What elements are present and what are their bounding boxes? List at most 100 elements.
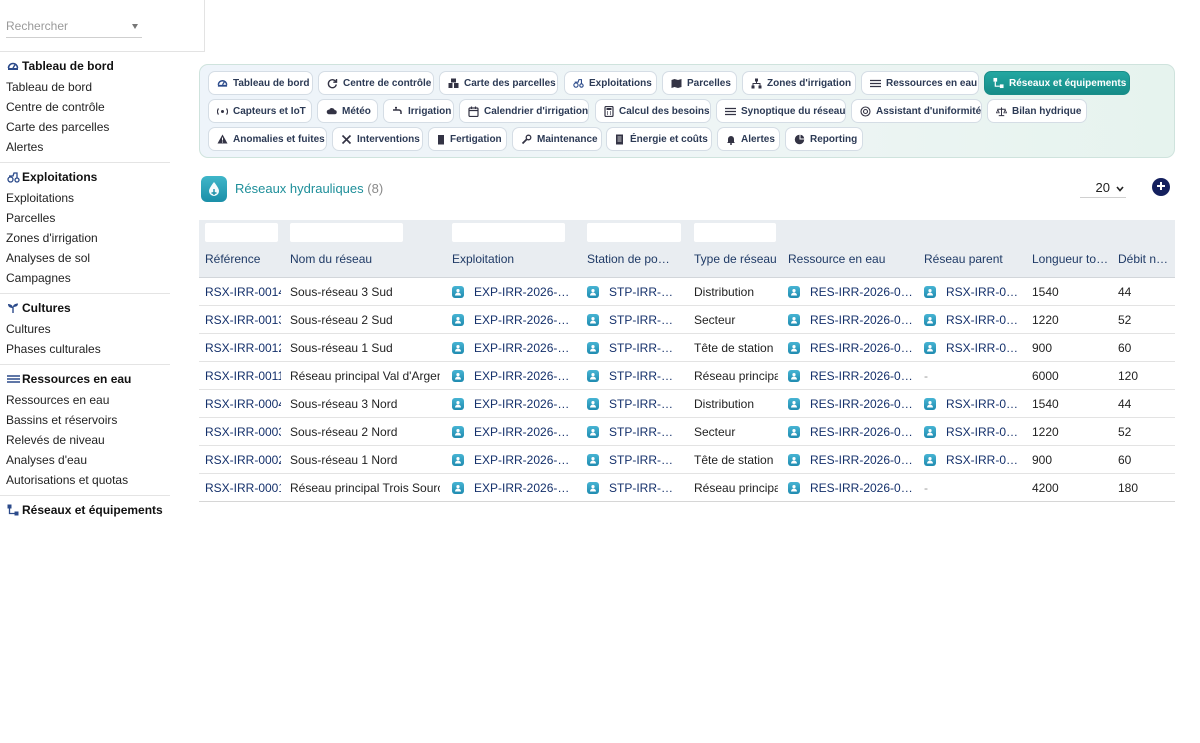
link-record-icon[interactable] <box>924 454 936 466</box>
column-header[interactable]: Exploitation <box>452 252 578 266</box>
sidebar-item[interactable]: Tableau de bord <box>0 77 170 97</box>
column-filter-input[interactable] <box>587 223 681 242</box>
sidebar-item[interactable]: Ressources en eau <box>0 390 170 410</box>
linked-record-text[interactable]: RES-IRR-2026-0001 <box>810 390 914 418</box>
linked-record-text[interactable]: EXP-IRR-2026-0002 <box>474 362 576 390</box>
tab-energie-et-couts[interactable]: Énergie et coûts <box>606 127 712 151</box>
linked-record-text[interactable]: EXP-IRR-2026-0001 <box>474 390 576 418</box>
column-filter-input[interactable] <box>205 223 278 242</box>
link-record-icon[interactable] <box>788 454 800 466</box>
linked-record-text[interactable]: STP-IRR-0002 <box>609 446 677 474</box>
page-size-select[interactable]: 20 <box>1080 178 1126 198</box>
column-header[interactable]: Réseau parent <box>924 252 1024 266</box>
sidebar-item[interactable]: Phases culturales <box>0 339 170 359</box>
sidebar-group-title[interactable]: Exploitations <box>0 166 170 188</box>
record-link[interactable]: RSX-IRR-0014 <box>205 278 281 306</box>
tab-synoptique-du-reseau[interactable]: Synoptique du réseau <box>716 99 846 123</box>
link-record-icon[interactable] <box>924 342 936 354</box>
link-record-icon[interactable] <box>788 342 800 354</box>
sidebar-item[interactable]: Analyses de sol <box>0 248 170 268</box>
sidebar-item[interactable]: Analyses d'eau <box>0 450 170 470</box>
linked-record-text[interactable]: RSX-IRR-0011 <box>946 278 1022 306</box>
link-record-icon[interactable] <box>788 370 800 382</box>
tab-ressources-en-eau[interactable]: Ressources en eau <box>861 71 979 95</box>
sidebar-item[interactable]: Cultures <box>0 319 170 339</box>
tab-tableau-de-bord[interactable]: Tableau de bord <box>208 71 313 95</box>
record-link[interactable]: RSX-IRR-0001 <box>205 474 281 501</box>
sidebar-item[interactable]: Bassins et réservoirs <box>0 410 170 430</box>
sidebar-item[interactable]: Zones d'irrigation <box>0 228 170 248</box>
tab-assistant-d-uniformite[interactable]: Assistant d'uniformité <box>851 99 982 123</box>
linked-record-text[interactable]: RES-IRR-2026-0001 <box>810 474 914 501</box>
sidebar-group-title[interactable]: Ressources en eau <box>0 368 170 390</box>
tab-capteurs-et-iot[interactable]: Capteurs et IoT <box>208 99 312 123</box>
column-header[interactable]: Longueur totale <box>1032 252 1110 266</box>
chevron-down-icon[interactable] <box>132 24 138 29</box>
tab-reseaux-et-equipements[interactable]: Réseaux et équipements <box>984 71 1130 95</box>
tab-zones-d-irrigation[interactable]: Zones d'irrigation <box>742 71 856 95</box>
sidebar-group-title[interactable]: Tableau de bord <box>0 55 170 77</box>
link-record-icon[interactable] <box>452 370 464 382</box>
tab-carte-des-parcelles[interactable]: Carte des parcelles <box>439 71 558 95</box>
linked-record-text[interactable]: RSX-IRR-0001 <box>946 390 1022 418</box>
link-record-icon[interactable] <box>452 454 464 466</box>
search-input[interactable]: Rechercher <box>6 16 142 38</box>
linked-record-text[interactable]: STP-IRR-0001 <box>609 306 677 334</box>
linked-record-text[interactable]: RES-IRR-2026-0003 <box>810 306 914 334</box>
column-header[interactable]: Nom du réseau <box>290 252 442 266</box>
tab-calendrier-d-irrigation[interactable]: Calendrier d'irrigation <box>459 99 589 123</box>
linked-record-text[interactable]: EXP-IRR-2026-0001 <box>474 446 576 474</box>
linked-record-text[interactable]: RSX-IRR-0001 <box>946 446 1022 474</box>
linked-record-text[interactable]: EXP-IRR-2026-0002 <box>474 306 576 334</box>
table-row[interactable]: RSX-IRR-0011 Réseau principal Val d'Argen… <box>199 362 1175 390</box>
linked-record-text[interactable]: RES-IRR-2026-0003 <box>810 334 914 362</box>
column-filter-input[interactable] <box>290 223 403 242</box>
link-record-icon[interactable] <box>924 426 936 438</box>
link-record-icon[interactable] <box>452 314 464 326</box>
linked-record-text[interactable]: STP-IRR-0002 <box>609 278 677 306</box>
column-header[interactable]: Référence <box>205 252 283 266</box>
link-record-icon[interactable] <box>587 286 599 298</box>
linked-record-text[interactable]: STP-IRR-0001 <box>609 390 677 418</box>
link-record-icon[interactable] <box>924 398 936 410</box>
column-header[interactable]: Station de pompage <box>587 252 679 266</box>
sidebar-group-title[interactable]: Réseaux et équipements <box>0 499 170 517</box>
linked-record-text[interactable]: RES-IRR-2026-0001 <box>810 446 914 474</box>
link-record-icon[interactable] <box>788 482 800 494</box>
link-record-icon[interactable] <box>587 482 599 494</box>
column-header[interactable]: Débit nominal <box>1118 252 1173 266</box>
tab-meteo[interactable]: Météo <box>317 99 378 123</box>
table-row[interactable]: RSX-IRR-0001 Réseau principal Trois Sourc… <box>199 474 1175 501</box>
table-row[interactable]: RSX-IRR-0002 Sous-réseau 1 Nord EXP-IRR-20… <box>199 446 1175 474</box>
sidebar-item[interactable]: Alertes <box>0 137 170 157</box>
link-record-icon[interactable] <box>788 286 800 298</box>
tab-bilan-hydrique[interactable]: Bilan hydrique <box>987 99 1087 123</box>
link-record-icon[interactable] <box>587 426 599 438</box>
table-row[interactable]: RSX-IRR-0004 Sous-réseau 3 Nord EXP-IRR-20… <box>199 390 1175 418</box>
table-row[interactable]: RSX-IRR-0013 Sous-réseau 2 Sud EXP-IRR-202… <box>199 306 1175 334</box>
record-link[interactable]: RSX-IRR-0011 <box>205 362 281 390</box>
link-record-icon[interactable] <box>452 426 464 438</box>
record-link[interactable]: RSX-IRR-0003 <box>205 418 281 446</box>
table-row[interactable]: RSX-IRR-0003 Sous-réseau 2 Nord EXP-IRR-20… <box>199 418 1175 446</box>
add-record-button[interactable] <box>1152 178 1170 196</box>
linked-record-text[interactable]: RSX-IRR-0011 <box>946 306 1022 334</box>
linked-record-text[interactable]: STP-IRR-0001 <box>609 474 677 501</box>
linked-record-text[interactable]: STP-IRR-0002 <box>609 362 677 390</box>
tab-maintenance[interactable]: Maintenance <box>512 127 602 151</box>
tab-alertes[interactable]: Alertes <box>717 127 780 151</box>
tab-parcelles[interactable]: Parcelles <box>662 71 737 95</box>
sidebar-item[interactable]: Relevés de niveau <box>0 430 170 450</box>
linked-record-text[interactable]: RES-IRR-2026-0003 <box>810 362 914 390</box>
link-record-icon[interactable] <box>452 398 464 410</box>
tab-fertigation[interactable]: Fertigation <box>428 127 507 151</box>
sidebar-item[interactable]: Carte des parcelles <box>0 117 170 137</box>
link-record-icon[interactable] <box>587 342 599 354</box>
link-record-icon[interactable] <box>587 314 599 326</box>
linked-record-text[interactable]: EXP-IRR-2026-0002 <box>474 278 576 306</box>
sidebar-item[interactable]: Autorisations et quotas <box>0 470 170 490</box>
tab-centre-de-controle[interactable]: Centre de contrôle <box>318 71 434 95</box>
linked-record-text[interactable]: EXP-IRR-2026-0001 <box>474 474 576 501</box>
sidebar-group-title[interactable]: Cultures <box>0 297 170 319</box>
link-record-icon[interactable] <box>452 286 464 298</box>
